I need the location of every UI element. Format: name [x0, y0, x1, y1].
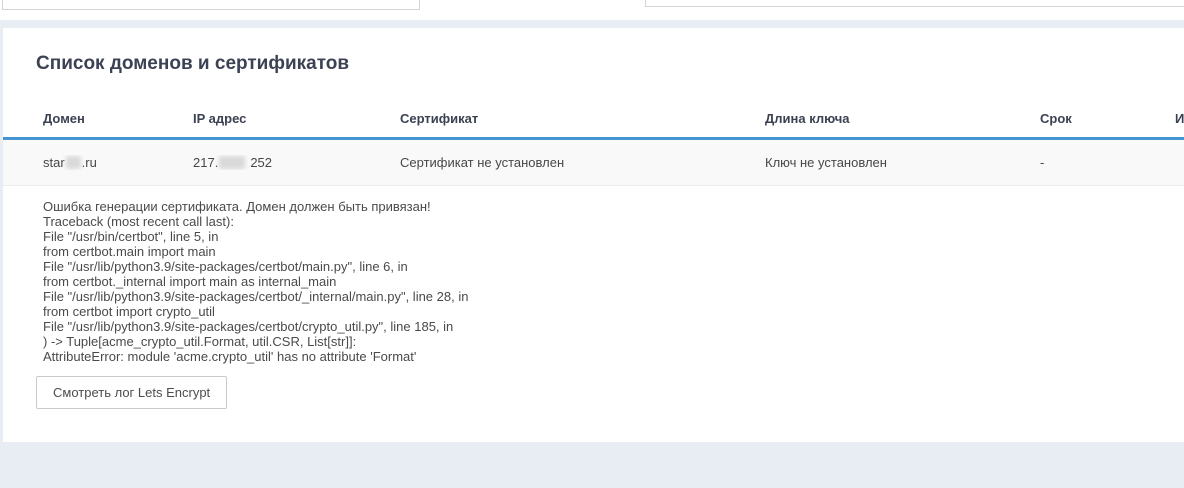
domains-table: Домен IP адрес Сертификат Длина ключа Ср…	[3, 75, 1184, 186]
ip-redacted-blur	[219, 156, 245, 169]
column-header-ip: IP адрес	[193, 111, 400, 137]
log-line: AttributeError: module 'acme.crypto_util…	[43, 349, 1184, 364]
log-line: File "/usr/lib/python3.9/site-packages/c…	[43, 289, 1184, 304]
table-header-row: Домен IP адрес Сертификат Длина ключа Ср…	[3, 75, 1184, 140]
column-header-term: Срок	[1040, 111, 1175, 137]
page-title: Список доменов и сертификатов	[3, 28, 1184, 75]
error-log: Ошибка генерации сертификата. Домен долж…	[3, 199, 1184, 364]
cell-domain: star .ru	[3, 155, 193, 170]
log-line: File "/usr/lib/python3.9/site-packages/c…	[43, 259, 1184, 274]
cell-ip: 217. 252	[193, 155, 400, 170]
domain-redacted-blur	[66, 156, 81, 169]
cell-certificate: Сертификат не установлен	[400, 155, 765, 170]
log-line: ) -> Tuple[acme_crypto_util.Format, util…	[43, 334, 1184, 349]
log-line: from certbot.main import main	[43, 244, 1184, 259]
log-line: File "/usr/bin/certbot", line 5, in	[43, 229, 1184, 244]
log-line: from certbot import crypto_util	[43, 304, 1184, 319]
ip-suffix: 252	[250, 155, 272, 170]
cropped-top-bar	[0, 0, 1184, 20]
domains-certificates-card: Список доменов и сертификатов Домен IP а…	[3, 28, 1184, 442]
view-letsencrypt-log-button[interactable]: Смотреть лог Lets Encrypt	[36, 376, 227, 409]
cell-key-length: Ключ не установлен	[765, 155, 1040, 170]
log-line: File "/usr/lib/python3.9/site-packages/c…	[43, 319, 1184, 334]
log-line: from certbot._internal import main as in…	[43, 274, 1184, 289]
column-header-issuer: Издатель	[1175, 111, 1184, 137]
log-line: Ошибка генерации сертификата. Домен долж…	[43, 199, 1184, 214]
table-row[interactable]: star .ru 217. 252 Сертификат не установлен…	[3, 140, 1184, 186]
domain-prefix: star	[43, 155, 65, 170]
cropped-top-panel-right	[645, 0, 1184, 7]
ip-prefix: 217.	[193, 155, 218, 170]
log-line: Traceback (most recent call last):	[43, 214, 1184, 229]
column-header-certificate: Сертификат	[400, 111, 765, 137]
cell-term: -	[1040, 155, 1175, 170]
domain-suffix: .ru	[82, 155, 97, 170]
column-header-domain: Домен	[3, 111, 193, 137]
column-header-key-length: Длина ключа	[765, 111, 1040, 137]
cropped-top-panel-left	[2, 0, 420, 10]
